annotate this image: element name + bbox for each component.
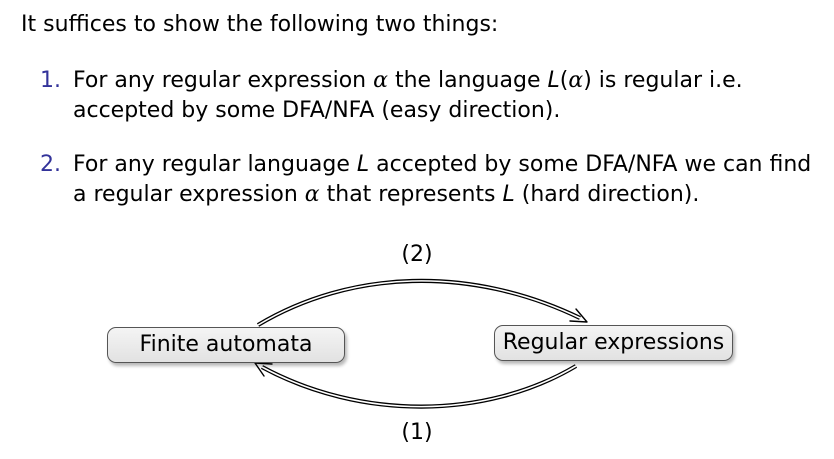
edge-label-top: (2) (401, 242, 433, 267)
arrow-re-to-fa (254, 362, 578, 409)
edge-label-bottom: (1) (401, 420, 433, 445)
arrow-fa-to-re (256, 278, 588, 327)
node-finite-automata: Finite automata (107, 327, 345, 363)
node-regular-expressions: Regular expressions (494, 325, 733, 361)
diagram-arrows (254, 278, 588, 409)
